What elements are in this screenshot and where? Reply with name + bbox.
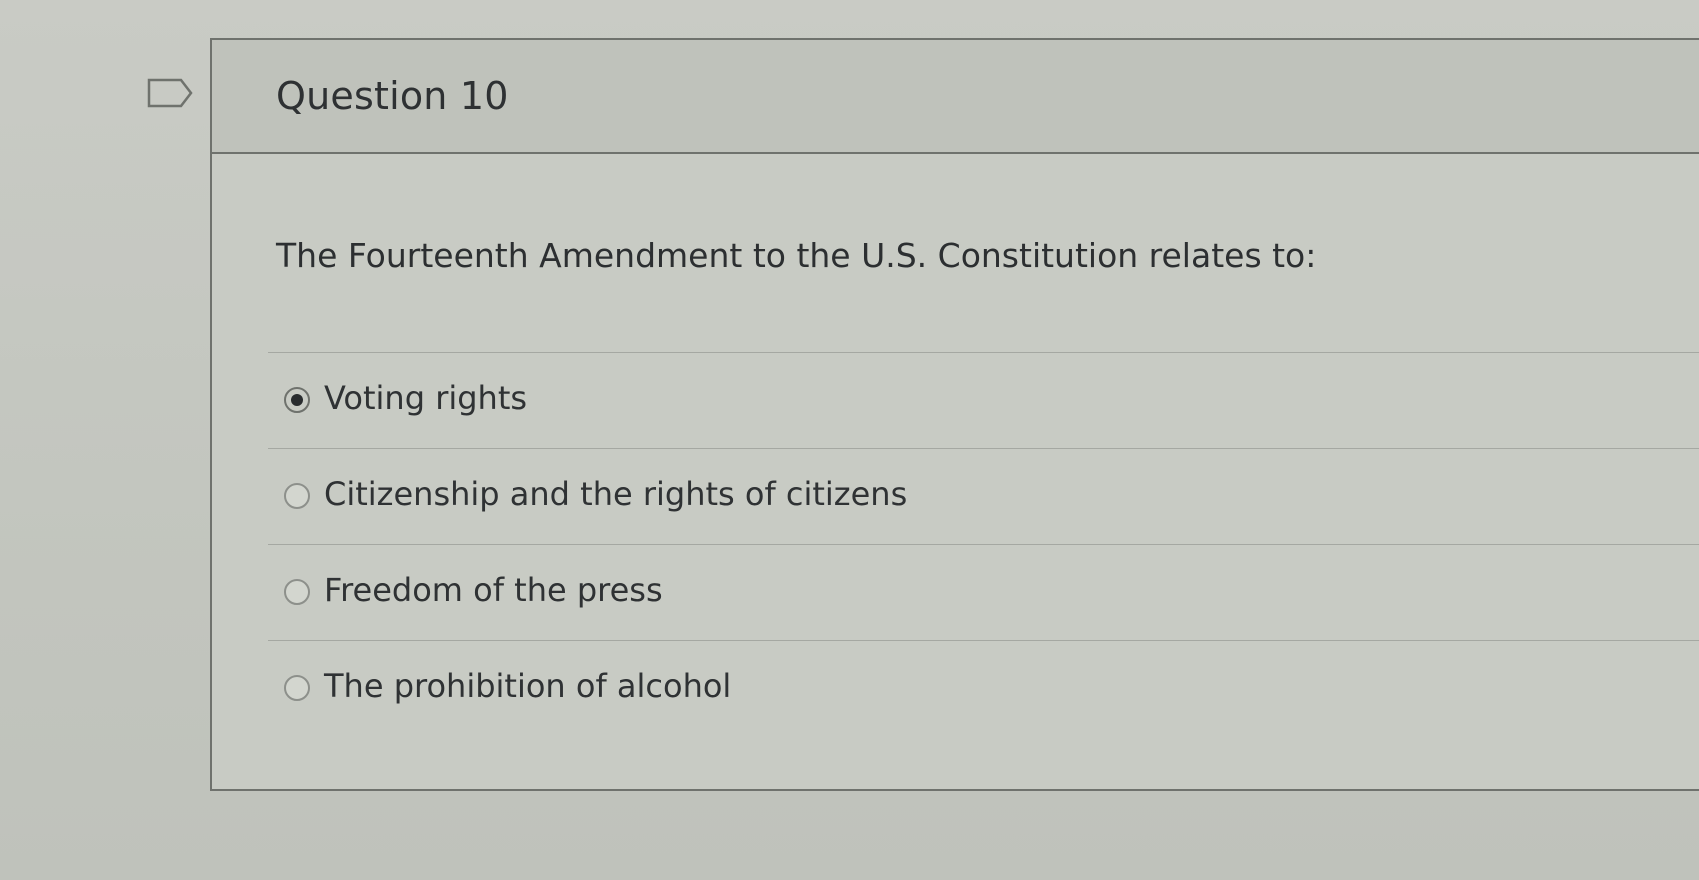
answer-option-freedom-of-press[interactable]: Freedom of the press: [268, 545, 1699, 641]
answer-label[interactable]: The prohibition of alcohol: [324, 667, 731, 705]
answer-label[interactable]: Citizenship and the rights of citizens: [324, 475, 907, 513]
radio-unselected-icon[interactable]: [284, 675, 310, 701]
answer-option-voting-rights[interactable]: Voting rights: [268, 353, 1699, 449]
question-prompt: The Fourteenth Amendment to the U.S. Con…: [276, 236, 1317, 275]
answer-option-citizenship[interactable]: Citizenship and the rights of citizens: [268, 449, 1699, 545]
flag-icon: [147, 78, 193, 108]
question-card: Question 10 The Fourteenth Amendment to …: [210, 38, 1699, 791]
answer-label[interactable]: Freedom of the press: [324, 571, 663, 609]
radio-selected-icon[interactable]: [284, 387, 310, 413]
question-header: Question 10: [212, 40, 1699, 154]
answer-label[interactable]: Voting rights: [324, 379, 527, 417]
radio-unselected-icon[interactable]: [284, 579, 310, 605]
flag-question-icon[interactable]: [147, 78, 193, 108]
question-title: Question 10: [276, 74, 509, 118]
radio-unselected-icon[interactable]: [284, 483, 310, 509]
answer-list: Voting rights Citizenship and the rights…: [268, 352, 1699, 737]
answer-option-prohibition[interactable]: The prohibition of alcohol: [268, 641, 1699, 737]
